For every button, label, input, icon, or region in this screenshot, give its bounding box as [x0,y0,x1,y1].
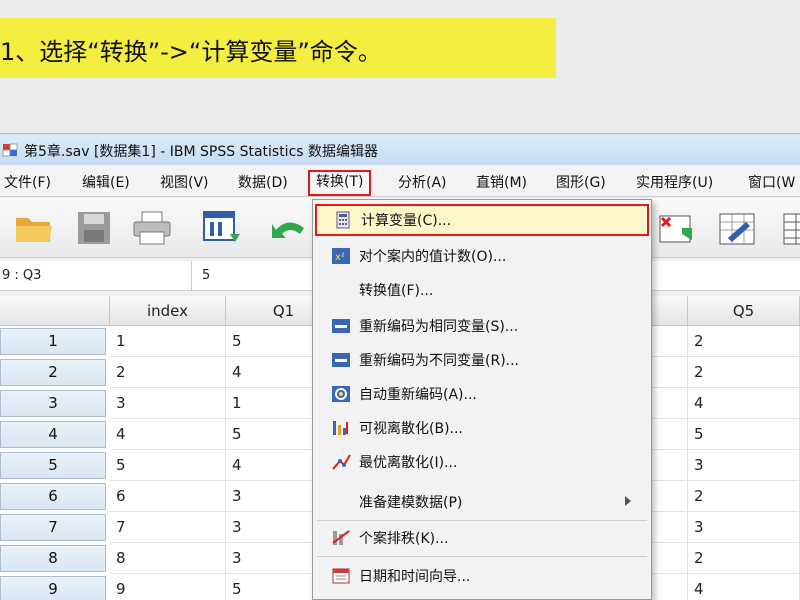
row-header[interactable]: 8 [0,545,106,572]
menu-item-label: 转换值(F)... [359,283,434,299]
table-cell[interactable]: 5 [110,450,226,481]
grid-icon[interactable] [780,208,800,248]
undo-icon[interactable] [266,208,310,248]
menu-item-count-values[interactable]: x² 对个案内的值计数(O)... [313,240,651,272]
svg-text:x²: x² [335,252,345,263]
menu-item-recode-same[interactable]: 重新编码为相同变量(S)... [313,310,651,342]
print-icon[interactable] [130,208,174,248]
count-values-icon: x² [332,248,350,264]
row-header[interactable]: 4 [0,421,106,448]
menu-item-optimal-binning[interactable]: 最优离散化(I)... [313,446,651,478]
corner-header[interactable] [0,296,110,326]
save-disk-icon[interactable] [72,208,116,248]
table-cell[interactable]: 4 [688,574,800,600]
menu-item-recode-different[interactable]: 重新编码为不同变量(R)... [313,344,651,376]
table-cell[interactable]: 2 [110,357,226,388]
menu-item-label: 最优离散化(I)... [359,455,458,471]
menu-item-rank-cases[interactable]: 个案排秩(K)... [313,522,651,554]
table-cell[interactable]: 8 [110,543,226,574]
table-cell[interactable]: 3 [110,388,226,419]
visual-binning-icon [333,421,348,435]
row-header[interactable]: 9 [0,576,106,600]
menu-utilities[interactable]: 实用程序(U) [636,172,713,194]
menu-window[interactable]: 窗口(W [748,172,795,194]
table-cell[interactable]: 7 [110,512,226,543]
menu-item-label: 个案排秩(K)... [359,531,449,547]
menu-graphs[interactable]: 图形(G) [556,172,606,194]
table-cell[interactable]: 6 [110,481,226,512]
automatic-recode-icon [332,386,350,402]
row-header[interactable]: 1 [0,328,106,355]
menu-item-compute-variable[interactable]: 计算变量(C)... [315,204,649,236]
table-cell[interactable]: 9 [110,574,226,600]
menu-transform[interactable]: 转换(T) [308,170,372,196]
table-cell[interactable]: 2 [688,481,800,512]
cell-value-field[interactable]: 5 [202,261,210,291]
menu-item-label: 重新编码为相同变量(S)... [359,319,519,335]
menu-item-label: 可视离散化(B)... [359,421,463,437]
column-header-index[interactable]: index [110,296,226,326]
menu-bar: 文件(F) 编辑(E) 视图(V) 数据(D) 转换(T) 分析(A) 直销(M… [0,167,800,197]
row-header[interactable]: 5 [0,452,106,479]
open-folder-icon[interactable] [12,208,56,248]
menu-item-label: 日期和时间向导... [359,569,471,585]
instruction-text: 1、选择“转换”->“计算变量”命令。 [0,38,382,66]
menu-analyze[interactable]: 分析(A) [398,172,447,194]
menu-file[interactable]: 文件(F) [4,172,51,194]
title-bar: 第5章.sav [数据集1] - IBM SPSS Statistics 数据编… [0,133,800,165]
menu-separator [317,556,647,557]
calendar-icon [332,568,350,584]
menu-item-label: 准备建模数据(P) [359,495,463,511]
menu-item-date-time-wizard[interactable]: 日期和时间向导... [313,560,651,592]
row-header[interactable]: 3 [0,390,106,417]
row-header[interactable]: 6 [0,483,106,510]
recall-dialog-icon[interactable] [200,208,244,248]
menu-direct-marketing[interactable]: 直销(M) [476,172,527,194]
table-cell[interactable]: 2 [688,357,800,388]
table-cell[interactable]: 4 [110,419,226,450]
recode-different-icon [332,353,350,367]
table-cell[interactable]: 2 [688,326,800,357]
spss-app-icon [2,143,18,157]
menu-item-automatic-recode[interactable]: 自动重新编码(A)... [313,378,651,410]
table-cell[interactable]: 3 [688,512,800,543]
row-header[interactable]: 7 [0,514,106,541]
menu-view[interactable]: 视图(V) [160,172,209,194]
recode-same-icon [332,319,350,333]
menu-item-visual-binning[interactable]: 可视离散化(B)... [313,412,651,444]
transform-dropdown-menu: 计算变量(C)... x² 对个案内的值计数(O)... 转换值(F)... 重… [312,199,652,600]
menu-item-label: 计算变量(C)... [361,213,452,229]
table-cell[interactable]: 4 [688,388,800,419]
row-header[interactable]: 2 [0,359,106,386]
window-title: 第5章.sav [数据集1] - IBM SPSS Statistics 数据编… [24,144,379,160]
table-cell[interactable]: 5 [688,419,800,450]
menu-item-label: 对个案内的值计数(O)... [359,249,507,265]
menu-item-prepare-modeling-data[interactable]: 准备建模数据(P) [313,486,651,518]
table-cell[interactable]: 2 [688,543,800,574]
table-cell[interactable]: 3 [688,450,800,481]
calculator-icon [336,211,350,229]
table-cell[interactable]: 1 [110,326,226,357]
submenu-arrow-icon [625,496,631,506]
column-header-q5[interactable]: Q5 [688,296,800,326]
rank-cases-icon [332,530,350,545]
insert-cases-icon[interactable] [656,208,700,248]
menu-separator [317,520,647,521]
chart-builder-icon[interactable] [716,208,760,248]
menu-item-shift-values[interactable]: 转换值(F)... [313,274,651,306]
cell-reference: 9 : Q3 [0,261,192,291]
optimal-binning-icon [332,454,351,470]
menu-item-label: 自动重新编码(A)... [359,387,477,403]
menu-data[interactable]: 数据(D) [238,172,288,194]
menu-edit[interactable]: 编辑(E) [82,172,130,194]
menu-item-label: 重新编码为不同变量(R)... [359,353,520,369]
